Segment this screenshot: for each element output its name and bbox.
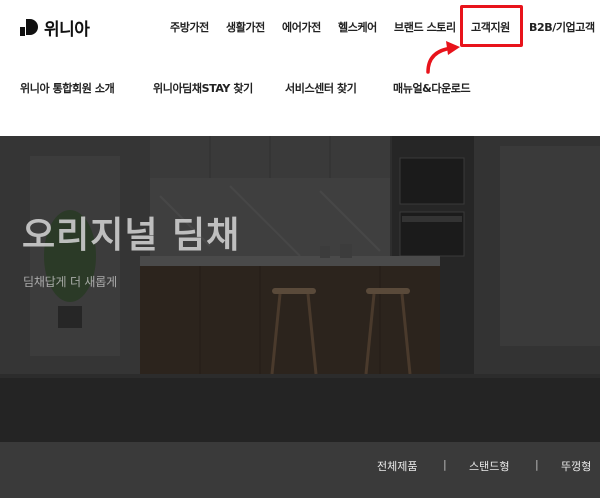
filter-stand-type[interactable]: 스탠드형 xyxy=(469,458,509,474)
gnb-item-brand-story[interactable]: 브랜드 스토리 xyxy=(394,19,456,35)
customer-support-highlight xyxy=(460,5,523,47)
submenu-item-manual-download[interactable]: 매뉴얼&다운로드 xyxy=(393,80,471,96)
filter-separator: | xyxy=(535,458,539,471)
gnb-item-kitchen[interactable]: 주방가전 xyxy=(170,19,209,35)
filter-lid-type[interactable]: 뚜껑형 xyxy=(561,458,591,474)
top-header: 위니아 주방가전 생활가전 에어가전 헬스케어 브랜드 스토리 고객지원 B2B… xyxy=(0,0,600,136)
filter-all-products[interactable]: 전체제품 xyxy=(377,458,417,474)
submenu-item-membership[interactable]: 위니아 통합회원 소개 xyxy=(20,80,115,96)
hero-banner: 오리지널 딤채 딤채답게 더 새롭게 xyxy=(0,136,600,442)
gnb-item-living[interactable]: 생활가전 xyxy=(226,19,265,35)
gnb-item-healthcare[interactable]: 헬스케어 xyxy=(338,19,377,35)
gnb-item-air[interactable]: 에어가전 xyxy=(282,19,321,35)
filter-separator: | xyxy=(443,458,447,471)
hero-subtitle: 딤채답게 더 새롭게 xyxy=(23,275,117,289)
pointer-arrow-icon xyxy=(426,41,460,74)
product-filter-bar: 전체제품 | 스탠드형 | 뚜껑형 xyxy=(0,442,600,498)
hero-title: 오리지널 딤채 xyxy=(22,215,241,256)
submenu-item-stay-finder[interactable]: 위니아딤채STAY 찾기 xyxy=(153,80,253,96)
gnb-item-b2b[interactable]: B2B/기업고객 xyxy=(529,19,595,35)
customer-support-submenu: 위니아 통합회원 소개 위니아딤채STAY 찾기 서비스센터 찾기 매뉴얼&다운… xyxy=(0,80,600,96)
submenu-item-service-center[interactable]: 서비스센터 찾기 xyxy=(285,80,357,96)
